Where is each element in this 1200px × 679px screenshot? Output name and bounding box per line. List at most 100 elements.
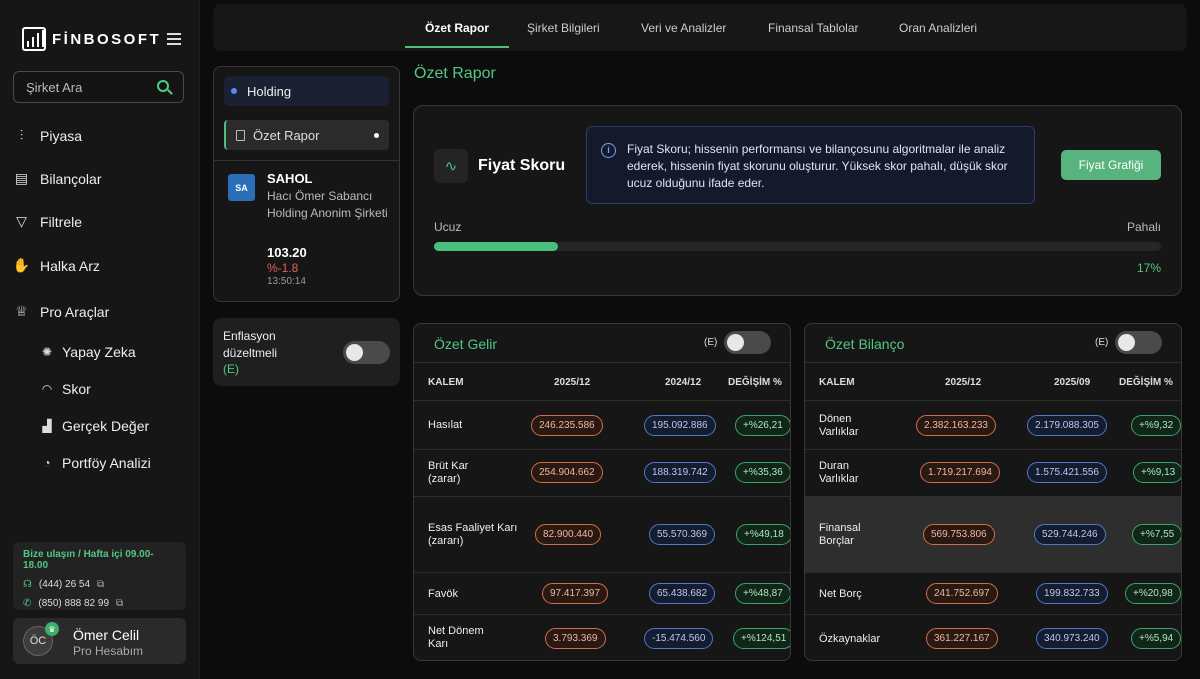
value-pill: -15.474.560 <box>644 628 714 649</box>
table-row: Brüt Kar (zarar) 254.904.662 188.319.742… <box>414 449 790 496</box>
tab-veri-ve-analizler[interactable]: Veri ve Analizler <box>641 4 726 51</box>
row-label: Favök <box>428 588 458 600</box>
table-row: Duran Varlıklar 1.719.217.694 1.575.421.… <box>805 449 1181 496</box>
contact-whatsapp: (850) 888 82 99 <box>38 598 110 609</box>
change-pill: +%26,21 <box>735 415 790 436</box>
info-text: Fiyat Skoru; hissenin performansı ve bil… <box>627 142 1008 190</box>
contact-whatsapp-row: ✆ (850) 888 82 99 ⧉ <box>23 598 176 609</box>
brand-name: FİNBOSOFT <box>52 30 162 48</box>
value-pill: 2.179.088.305 <box>1027 415 1107 436</box>
column-header: KALEM <box>428 377 464 388</box>
value-pill: 246.235.586 <box>531 415 603 436</box>
change-pill: +%9,13 <box>1133 462 1181 483</box>
ai-icon: ✺ <box>41 345 53 359</box>
table-header: KALEM 2025/12 2025/09 DEĞİŞİM % <box>805 362 1181 400</box>
company-logo: SA <box>228 174 255 201</box>
column-header: DEĞİŞİM % <box>728 377 782 388</box>
change-pill: +%35,36 <box>735 462 790 483</box>
score-low-label: Ucuz <box>434 220 462 234</box>
score-progress-track <box>434 242 1161 251</box>
contact-title: Bize ulaşın / Hafta içi 09.00-18.00 <box>23 549 154 571</box>
tab-oran-analizleri[interactable]: Oran Analizleri <box>899 4 977 51</box>
search-icon[interactable] <box>157 80 169 92</box>
value-pill: 65.438.682 <box>649 583 716 604</box>
sidebar-item-piyasa[interactable]: ⫶ Piyasa <box>13 127 82 144</box>
logo-icon <box>22 27 46 51</box>
copy-icon[interactable]: ⧉ <box>116 598 123 609</box>
value-pill: 1.719.217.694 <box>920 462 1000 483</box>
row-label: Finansal Borçlar <box>819 522 861 547</box>
sidebar-subitem-label: Skor <box>62 381 91 397</box>
value-pill: 241.752.697 <box>926 583 998 604</box>
balance-toggle[interactable] <box>1115 331 1162 354</box>
value-pill: 254.904.662 <box>531 462 603 483</box>
value-pill: 199.832.733 <box>1036 583 1108 604</box>
price-chart-button[interactable]: Fiyat Grafiği <box>1061 150 1161 180</box>
row-label: Duran Varlıklar <box>819 460 859 485</box>
value-pill: 1.575.421.556 <box>1027 462 1107 483</box>
tab-sirket-bilgileri[interactable]: Şirket Bilgileri <box>527 4 600 51</box>
table-row: Net Borç 241.752.697 199.832.733 +%20,98 <box>805 572 1181 614</box>
row-label: Net Borç <box>819 588 862 600</box>
row-label: Hasılat <box>428 419 463 431</box>
table-header: KALEM 2025/12 2024/12 DEĞİŞİM % <box>414 362 790 400</box>
stock-code: SAHOL <box>267 171 313 186</box>
row-label: Net Dönem Karı <box>428 625 484 650</box>
score-title: Fiyat Skoru <box>478 157 566 174</box>
tab-finansal-tablolar[interactable]: Finansal Tablolar <box>768 4 859 51</box>
sidebar-item-label: Pro Araçlar <box>40 303 110 320</box>
sidebar-item-label: Halka Arz <box>40 257 100 274</box>
price-score-card: ∿ Fiyat Skoru i Fiyat Skoru; hissenin pe… <box>413 105 1182 296</box>
inflation-panel: Enflasyon düzeltmeli (E) <box>213 318 400 386</box>
sidebar-item-halka-arz[interactable]: ✋ Halka Arz <box>13 257 100 274</box>
value-pill: 195.092.886 <box>644 415 716 436</box>
value-pill: 529.744.246 <box>1034 524 1106 545</box>
user-card[interactable]: ÖC ♛ Ömer Celil Pro Hesabım <box>13 618 186 664</box>
tab-ozet-rapor[interactable]: Özet Rapor <box>404 4 510 51</box>
sidebar-subitem-label: Portföy Analizi <box>62 455 151 471</box>
value-pill: 361.227.167 <box>926 628 998 649</box>
sidebar-item-label: Filtrele <box>40 213 83 230</box>
value-pill: 3.793.369 <box>545 628 606 649</box>
menu-icon[interactable] <box>167 33 181 45</box>
headset-icon: ☊ <box>23 579 32 590</box>
table-row: Net Dönem Karı 3.793.369 -15.474.560 +%1… <box>414 614 790 660</box>
row-label: Brüt Kar (zarar) <box>428 460 469 485</box>
sidebar-item-label: Bilançolar <box>40 170 102 187</box>
stock-price: 103.20 <box>267 245 307 260</box>
sidebar-item-bilancolar[interactable]: ▤ Bilançolar <box>13 170 102 187</box>
column-header: DEĞİŞİM % <box>1119 377 1173 388</box>
copy-icon[interactable]: ⧉ <box>97 579 104 590</box>
change-pill: +%9,32 <box>1131 415 1181 436</box>
report-link-ozet-rapor[interactable]: Özet Rapor <box>224 120 389 150</box>
change-pill: +%5,94 <box>1131 628 1181 649</box>
logo[interactable]: FİNBOSOFT <box>22 27 161 51</box>
income-toggle[interactable] <box>724 331 771 354</box>
balance-title: Özet Bilanço <box>825 336 905 352</box>
sidebar-subitem-portfoy-analizi[interactable]: ◔ Portföy Analizi <box>40 455 151 471</box>
group-holding[interactable]: Holding <box>224 76 389 106</box>
stock-change: %-1.8 <box>267 261 299 275</box>
sidebar-subitem-gercek-deger[interactable]: ▟ Gerçek Değer <box>40 418 149 434</box>
value-pill: 55.570.369 <box>649 524 716 545</box>
value-pill: 2.382.163.233 <box>916 415 996 436</box>
value-pill: 569.753.806 <box>923 524 995 545</box>
sidebar-item-filtrele[interactable]: ▽ Filtrele <box>13 213 82 230</box>
sidebar-subitem-skor[interactable]: ◠ Skor <box>40 381 91 397</box>
whatsapp-icon: ✆ <box>23 598 32 609</box>
search-box[interactable] <box>13 71 184 103</box>
search-input[interactable] <box>26 79 146 95</box>
sidebar-subitem-yapay-zeka[interactable]: ✺ Yapay Zeka <box>40 344 136 360</box>
balance-summary-card: Özet Bilanço (E) KALEM 2025/12 2025/09 D… <box>804 323 1182 661</box>
divider <box>214 160 399 161</box>
pulse-icon: ∿ <box>434 149 468 183</box>
sidebar-item-pro-araclar[interactable]: ♕ Pro Araçlar <box>13 303 109 320</box>
value-pill: 82.900.440 <box>535 524 602 545</box>
inflation-label: Enflasyon düzeltmeli <box>223 329 278 360</box>
top-tabs: Özet Rapor Şirket Bilgileri Veri ve Anal… <box>213 4 1187 51</box>
document-icon <box>236 129 245 141</box>
sidebar: FİNBOSOFT ⫶ Piyasa ▤ Bilançolar ▽ Filtre… <box>0 0 200 679</box>
inflation-toggle[interactable] <box>343 341 390 364</box>
active-dot-icon <box>374 132 379 138</box>
income-summary-card: Özet Gelir (E) KALEM 2025/12 2024/12 DEĞ… <box>413 323 791 661</box>
